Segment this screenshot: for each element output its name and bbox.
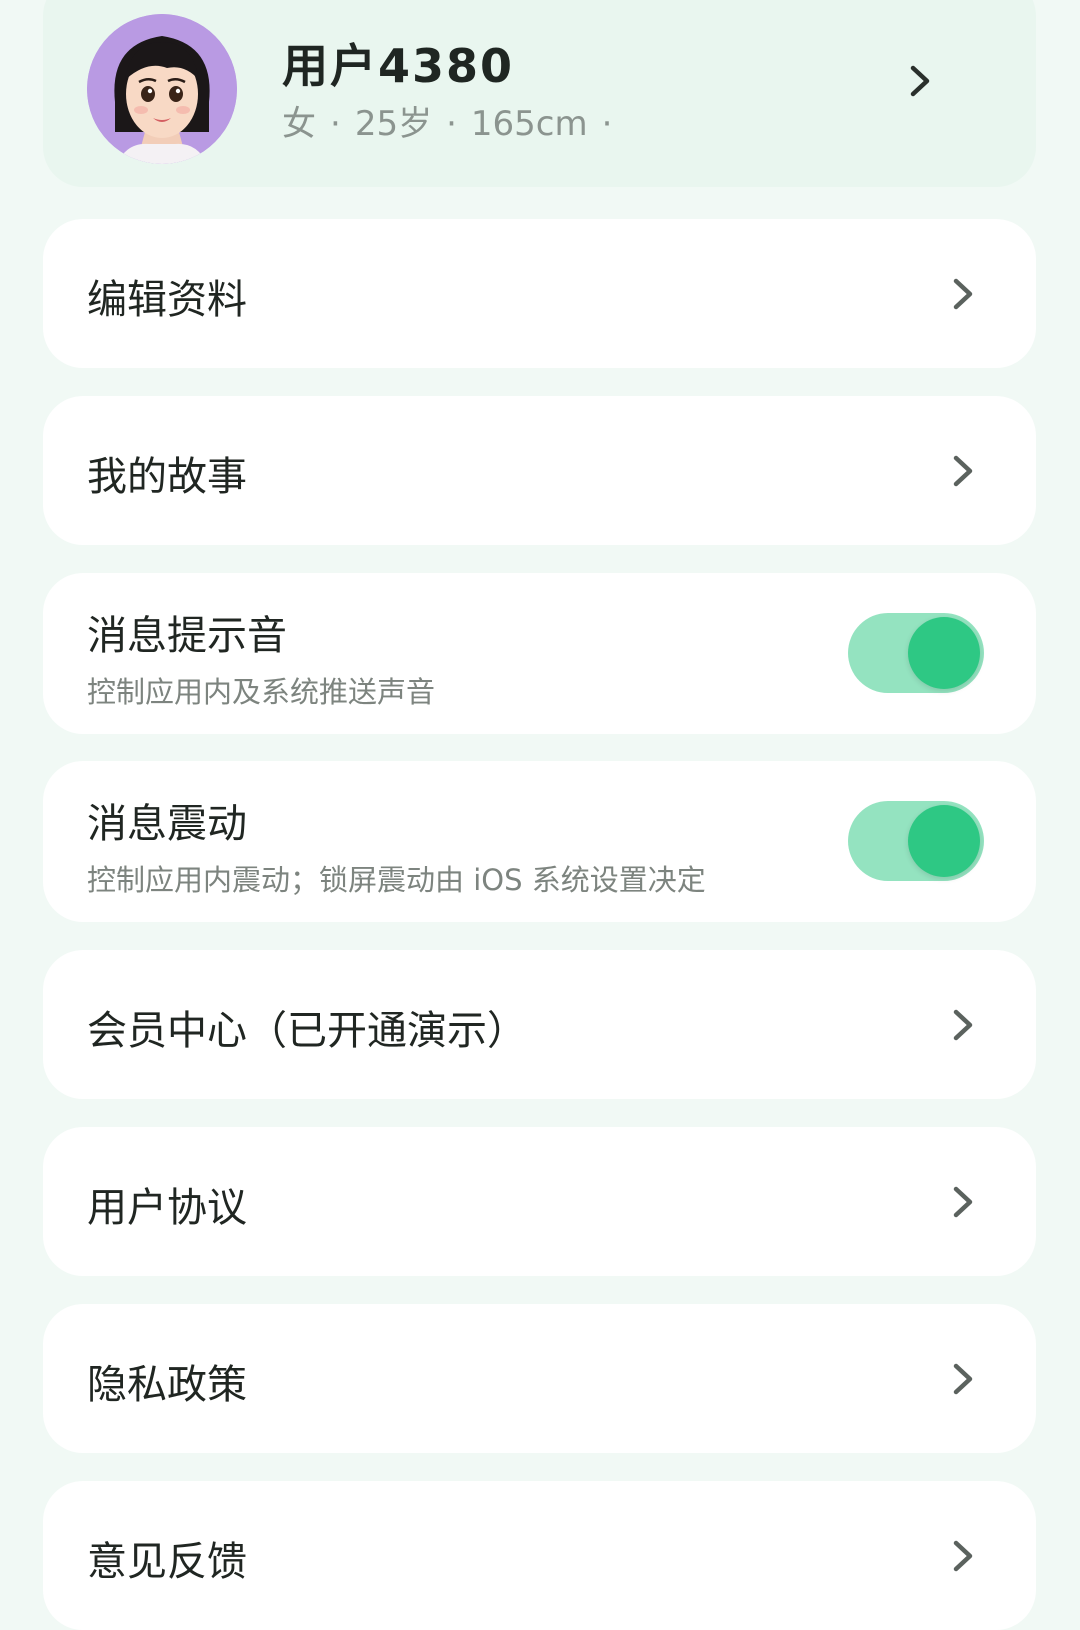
chevron-right-icon <box>953 1009 973 1041</box>
toggle-knob <box>908 805 980 877</box>
meta-separator: · <box>446 104 457 144</box>
setting-description: 控制应用内及系统推送声音 <box>87 675 436 709</box>
avatar <box>87 14 237 164</box>
menu-item-my-story[interactable]: 我的故事 <box>43 396 1036 545</box>
toggle-knob <box>908 617 980 689</box>
chevron-right-icon <box>953 1186 973 1218</box>
setting-label: 消息震动 <box>87 801 247 847</box>
setting-notification-vibration: 消息震动 控制应用内震动；锁屏震动由 iOS 系统设置决定 <box>43 761 1036 922</box>
setting-label: 消息提示音 <box>87 613 287 659</box>
menu-item-feedback[interactable]: 意见反馈 <box>43 1481 1036 1630</box>
profile-gender: 女 <box>282 104 316 144</box>
menu-item-user-agreement[interactable]: 用户协议 <box>43 1127 1036 1276</box>
profile-card[interactable]: 用户4380 女 · 25岁 · 165cm · <box>43 0 1036 187</box>
avatar-image <box>87 14 237 164</box>
menu-item-privacy-policy[interactable]: 隐私政策 <box>43 1304 1036 1453</box>
meta-separator: · <box>330 104 341 144</box>
menu-item-label: 意见反馈 <box>87 1539 247 1585</box>
chevron-right-icon <box>953 455 973 487</box>
setting-notification-sound: 消息提示音 控制应用内及系统推送声音 <box>43 573 1036 734</box>
chevron-right-icon <box>953 1363 973 1395</box>
notification-sound-toggle[interactable] <box>848 613 984 693</box>
menu-item-label: 编辑资料 <box>87 277 247 323</box>
profile-height: 165cm <box>470 104 588 144</box>
menu-item-label: 会员中心（已开通演示） <box>87 1008 527 1054</box>
menu-item-label: 我的故事 <box>87 454 247 500</box>
chevron-right-icon <box>910 65 930 97</box>
chevron-right-icon <box>953 1540 973 1572</box>
profile-meta: 女 · 25岁 · 165cm · <box>282 96 626 145</box>
menu-item-edit-profile[interactable]: 编辑资料 <box>43 219 1036 368</box>
menu-item-label: 用户协议 <box>87 1185 247 1231</box>
meta-separator: · <box>601 104 613 144</box>
profile-age: 25岁 <box>354 104 433 144</box>
setting-description: 控制应用内震动；锁屏震动由 iOS 系统设置决定 <box>87 863 706 897</box>
menu-item-label: 隐私政策 <box>87 1362 247 1408</box>
menu-item-membership[interactable]: 会员中心（已开通演示） <box>43 950 1036 1099</box>
notification-vibration-toggle[interactable] <box>848 801 984 881</box>
profile-name: 用户4380 <box>282 39 515 93</box>
chevron-right-icon <box>953 278 973 310</box>
